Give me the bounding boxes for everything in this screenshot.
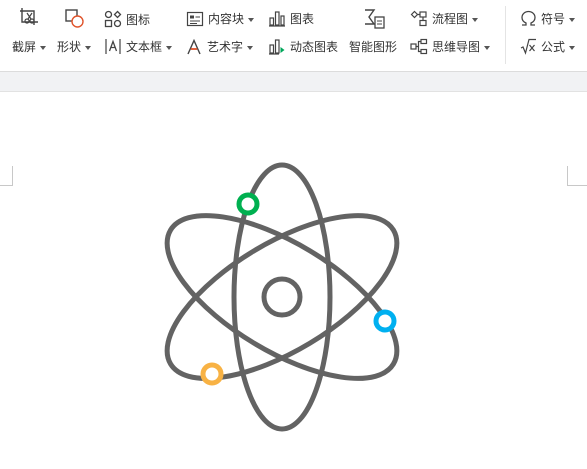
shapes-button[interactable] bbox=[64, 8, 86, 30]
symbol-button[interactable]: 符号 bbox=[520, 10, 576, 27]
screenshot-menu[interactable]: 截屏 bbox=[12, 38, 47, 55]
chevron-down-icon bbox=[166, 45, 173, 50]
wordart-label: 艺术字 bbox=[207, 40, 244, 54]
flowchart-button[interactable]: 流程图 bbox=[410, 10, 479, 27]
dynamic-chart-icon bbox=[269, 39, 285, 55]
smart-graphic-button[interactable] bbox=[362, 7, 386, 31]
flowchart-label: 流程图 bbox=[432, 12, 469, 26]
mindmap-label: 思维导图 bbox=[432, 40, 481, 54]
electron-orange bbox=[200, 362, 224, 386]
atom-icon[interactable] bbox=[0, 92, 587, 469]
chart-icon bbox=[269, 11, 285, 27]
shapes-menu[interactable]: 形状 bbox=[57, 38, 92, 55]
icon-library-icon bbox=[104, 10, 122, 28]
shapes-icon bbox=[65, 9, 84, 28]
textbox-button[interactable]: 文本框 bbox=[104, 38, 173, 55]
smart-graphic-label: 智能图形 bbox=[349, 40, 398, 54]
electron-blue bbox=[373, 309, 397, 333]
textbox-label: 文本框 bbox=[126, 40, 163, 54]
document-page bbox=[0, 92, 587, 469]
mindmap-button[interactable]: 思维导图 bbox=[410, 38, 491, 55]
dynamic-chart-button[interactable]: 动态图表 bbox=[268, 38, 338, 55]
chevron-down-icon bbox=[569, 17, 576, 22]
chevron-down-icon bbox=[472, 17, 479, 22]
formula-icon bbox=[520, 38, 536, 55]
chevron-down-icon bbox=[484, 45, 491, 50]
icons-button[interactable]: 图标 bbox=[104, 10, 150, 28]
atom-nucleus bbox=[261, 276, 303, 318]
ruler-band bbox=[0, 72, 587, 92]
chart-button[interactable]: 图表 bbox=[268, 10, 314, 27]
screenshot-label: 截屏 bbox=[12, 40, 37, 54]
smart-graphic-menu[interactable]: 智能图形 bbox=[349, 38, 397, 55]
smart-graphic-icon bbox=[365, 9, 385, 29]
shapes-label: 形状 bbox=[57, 40, 82, 54]
formula-label: 公式 bbox=[541, 40, 566, 54]
screenshot-button[interactable] bbox=[13, 6, 42, 28]
mindmap-icon bbox=[410, 38, 428, 55]
content-block-label: 内容块 bbox=[208, 12, 245, 26]
wordart-icon bbox=[187, 38, 201, 54]
chevron-down-icon bbox=[85, 45, 92, 50]
chevron-down-icon bbox=[569, 45, 576, 50]
chevron-down-icon bbox=[247, 45, 254, 50]
flowchart-icon bbox=[410, 10, 427, 27]
dynamic-chart-label: 动态图表 bbox=[290, 40, 339, 54]
formula-button[interactable]: 公式 bbox=[520, 38, 576, 55]
electron-green bbox=[236, 192, 260, 216]
insert-ribbon: 截屏 形状 图标 文本框 内容块 艺术字 图表 动态图表 智能图形 流程图 思维… bbox=[0, 0, 587, 72]
wordart-button[interactable]: 艺术字 bbox=[186, 38, 254, 55]
textbox-icon bbox=[105, 39, 121, 54]
chevron-down-icon bbox=[248, 17, 255, 22]
omega-icon bbox=[521, 10, 536, 26]
ribbon-separator bbox=[505, 6, 506, 64]
screenshot-icon bbox=[20, 8, 38, 25]
content-block-icon bbox=[186, 11, 204, 26]
icons-label: 图标 bbox=[126, 12, 151, 27]
symbol-label: 符号 bbox=[541, 12, 566, 26]
chart-label: 图表 bbox=[290, 12, 315, 26]
content-block-button[interactable]: 内容块 bbox=[186, 10, 255, 27]
chevron-down-icon bbox=[40, 45, 47, 50]
